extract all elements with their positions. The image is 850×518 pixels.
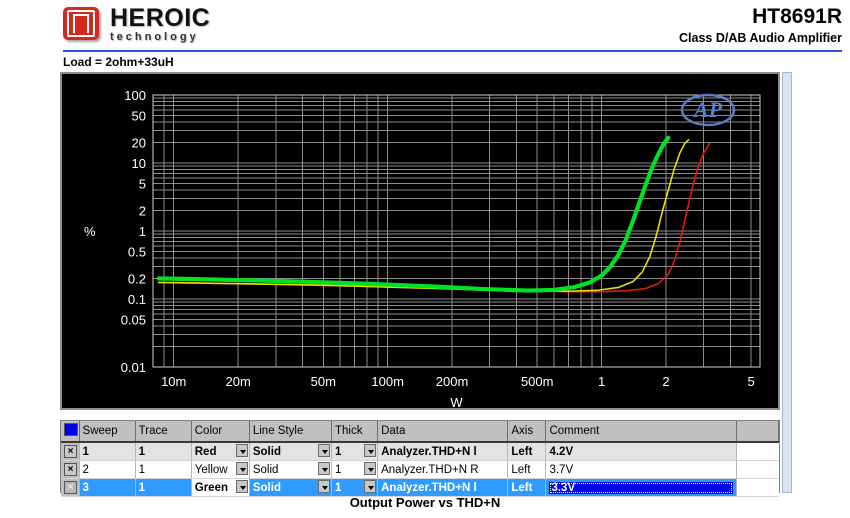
chevron-down-icon[interactable]	[235, 462, 248, 475]
heroic-seal-icon	[63, 6, 103, 43]
svg-text:0.05: 0.05	[121, 312, 146, 327]
svg-text:0.1: 0.1	[128, 292, 146, 307]
cell-color-select[interactable]: Yellow	[191, 460, 250, 479]
load-condition-label: Load = 2ohm+33uH	[63, 55, 174, 69]
svg-text:W: W	[450, 395, 463, 408]
col-header-comment[interactable]: Comment	[545, 421, 737, 443]
cell-linestyle-select[interactable]: Solid	[249, 478, 333, 497]
svg-text:5: 5	[139, 176, 146, 191]
col-header-axis[interactable]: Axis	[507, 421, 547, 443]
cell-axis[interactable]: Left	[507, 442, 547, 461]
figure-caption: Output Power vs THD+N	[349, 495, 501, 510]
cell-comment[interactable]: 4.2V	[545, 442, 737, 461]
chevron-down-icon[interactable]	[318, 444, 331, 457]
svg-text:20m: 20m	[225, 374, 250, 389]
chevron-down-icon[interactable]	[235, 480, 248, 493]
chevron-down-icon[interactable]	[318, 462, 331, 475]
row-delete-button[interactable]: ×	[61, 442, 80, 461]
table-row[interactable]: × 1 1 Red Solid 1 Analyzer.THD+N l Left …	[61, 442, 779, 461]
cell-linestyle-select[interactable]: Solid	[249, 442, 333, 461]
cell-comment[interactable]: 3.7V	[545, 460, 737, 479]
row-delete-button[interactable]: ×	[61, 460, 80, 479]
page-scrollbar[interactable]	[782, 72, 792, 493]
brand-logo: HEROIC technology	[63, 6, 210, 43]
cell-spacer	[736, 460, 779, 479]
col-header-thick[interactable]: Thick	[331, 421, 379, 443]
cell-sweep[interactable]: 3	[79, 478, 136, 497]
svg-text:10m: 10m	[161, 374, 186, 389]
thd-plot-panel: AP 0.01 0.05 0.1 0.2 0.5 1 2 5 10 20 50 100% 10m 20m 50…	[60, 72, 780, 410]
cell-spacer	[736, 478, 779, 497]
svg-text:50: 50	[132, 108, 146, 123]
cell-thick-select[interactable]: 1	[331, 442, 379, 461]
svg-text:%: %	[84, 224, 96, 239]
brand-subtitle: technology	[110, 31, 199, 43]
svg-text:2: 2	[662, 374, 669, 389]
chevron-down-icon[interactable]	[318, 480, 331, 493]
cell-linestyle-select[interactable]: Solid	[249, 460, 333, 479]
cell-spacer	[736, 442, 779, 461]
color-swatch	[64, 423, 78, 436]
cell-trace[interactable]: 1	[135, 478, 192, 497]
cell-trace[interactable]: 1	[135, 442, 192, 461]
cell-sweep[interactable]: 1	[79, 442, 136, 461]
part-number: HT8691R	[752, 5, 842, 28]
svg-text:20: 20	[132, 136, 146, 151]
cell-color-select[interactable]: Red	[191, 442, 250, 461]
thd-plot-svg: AP 0.01 0.05 0.1 0.2 0.5 1 2 5 10 20 50 100% 10m 20m 50…	[84, 88, 761, 408]
cell-data[interactable]: Analyzer.THD+N l	[377, 478, 509, 497]
table-row[interactable]: × 3 1 Green Solid 1 Analyzer.THD+N l Lef…	[61, 478, 779, 497]
col-header-sweep[interactable]: Sweep	[79, 421, 136, 443]
chevron-down-icon[interactable]	[364, 444, 377, 457]
chevron-down-icon[interactable]	[235, 444, 248, 457]
cell-data[interactable]: Analyzer.THD+N R	[377, 460, 509, 479]
svg-text:500m: 500m	[521, 374, 554, 389]
cell-trace[interactable]: 1	[135, 460, 192, 479]
svg-text:0.5: 0.5	[128, 244, 146, 259]
col-header-spacer	[736, 421, 780, 443]
part-description: Class D/AB Audio Amplifier	[679, 31, 842, 45]
col-header-linestyle[interactable]: Line Style	[249, 421, 333, 443]
table-header-row: Sweep Trace Color Line Style Thick Data …	[61, 421, 780, 443]
brand-name: HEROIC	[110, 4, 211, 32]
col-header-data[interactable]: Data	[377, 421, 509, 443]
svg-text:0.01: 0.01	[121, 360, 146, 375]
cell-sweep[interactable]: 2	[79, 460, 136, 479]
svg-text:1: 1	[139, 224, 146, 239]
svg-text:100m: 100m	[371, 374, 404, 389]
cell-comment[interactable]: 3.3V	[545, 478, 737, 497]
col-header-color[interactable]: Color	[191, 421, 250, 443]
trace-table-panel: Sweep Trace Color Line Style Thick Data …	[60, 420, 780, 497]
page-header: HEROIC technology HT8691R Class D/AB Aud…	[0, 0, 850, 48]
col-header-marker	[61, 421, 80, 443]
col-header-trace[interactable]: Trace	[135, 421, 192, 443]
table-row[interactable]: × 2 1 Yellow Solid 1 Analyzer.THD+N R Le…	[61, 460, 779, 479]
svg-text:100: 100	[124, 88, 146, 103]
svg-text:200m: 200m	[436, 374, 469, 389]
cell-axis[interactable]: Left	[507, 478, 547, 497]
cell-axis[interactable]: Left	[507, 460, 547, 479]
row-delete-button[interactable]: ×	[61, 478, 80, 497]
trace-table: Sweep Trace Color Line Style Thick Data …	[61, 421, 780, 497]
svg-text:AP: AP	[692, 97, 723, 122]
svg-text:5: 5	[748, 374, 755, 389]
chevron-down-icon[interactable]	[364, 480, 377, 493]
svg-text:1: 1	[598, 374, 605, 389]
svg-text:50m: 50m	[311, 374, 336, 389]
svg-text:0.2: 0.2	[128, 272, 146, 287]
chevron-down-icon[interactable]	[364, 462, 377, 475]
cell-thick-select[interactable]: 1	[331, 460, 379, 479]
cell-thick-select[interactable]: 1	[331, 478, 379, 497]
cell-data[interactable]: Analyzer.THD+N l	[377, 442, 509, 461]
svg-text:10: 10	[132, 156, 146, 171]
cell-color-select[interactable]: Green	[191, 478, 250, 497]
header-divider	[63, 50, 842, 52]
svg-text:2: 2	[139, 204, 146, 219]
